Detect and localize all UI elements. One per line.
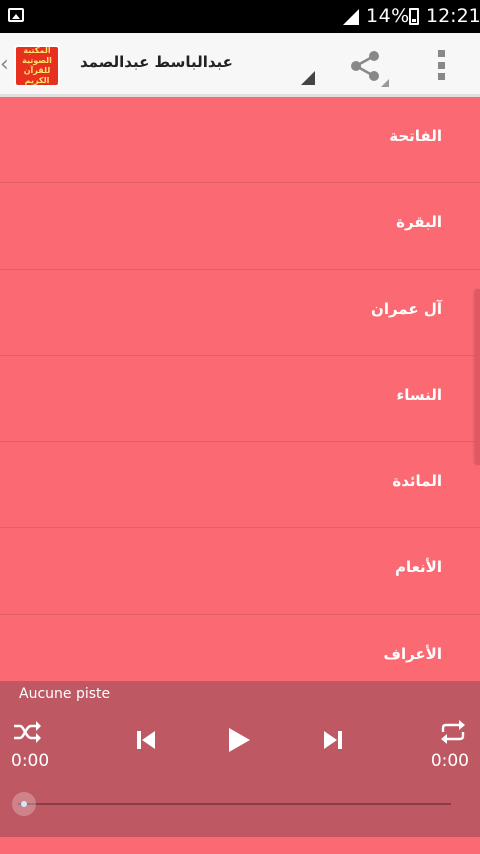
surah-name: الأنعام	[394, 558, 442, 577]
title-dropdown-indicator-icon[interactable]	[301, 71, 315, 85]
shuffle-icon[interactable]	[12, 719, 42, 745]
logo-line: المكتبة الصوتية	[22, 46, 52, 65]
clock: 12:21	[426, 5, 480, 27]
play-button[interactable]	[224, 724, 254, 756]
total-duration: 0:00	[430, 751, 469, 771]
list-item[interactable]: الفاتحة	[0, 97, 480, 184]
list-item[interactable]: الأنعام	[0, 528, 480, 615]
app-bar: ‹ المكتبة الصوتية للقرآن الكريم عبدالباس…	[0, 33, 480, 97]
signal-icon	[343, 9, 359, 25]
app-logo[interactable]: المكتبة الصوتية للقرآن الكريم	[14, 45, 60, 87]
surah-name: الفاتحة	[389, 127, 442, 145]
list-item[interactable]: الأعراف	[0, 615, 480, 681]
seek-handle[interactable]	[12, 792, 36, 816]
surah-name: البقرة	[396, 213, 442, 232]
seek-bar[interactable]	[18, 803, 451, 805]
app-title: عبدالباسط عبدالصمد	[80, 53, 233, 71]
share-icon[interactable]	[348, 49, 382, 83]
surah-name: المائدة	[392, 472, 442, 491]
audio-player: Aucune piste 0:00 0:00	[0, 681, 480, 837]
list-scrollbar[interactable]	[475, 289, 480, 465]
surah-name: آل عمران	[371, 299, 442, 318]
overflow-menu-icon[interactable]	[436, 50, 446, 80]
next-track-button[interactable]	[320, 727, 346, 753]
track-name: Aucune piste	[19, 686, 111, 702]
share-corner-indicator-icon	[381, 79, 389, 87]
list-item[interactable]: البقرة	[0, 183, 480, 270]
battery-icon	[409, 8, 419, 25]
status-bar: 14% 12:21	[0, 0, 480, 33]
surah-name: النساء	[396, 385, 442, 404]
list-item[interactable]: آل عمران	[0, 270, 480, 356]
elapsed-time: 0:00	[11, 751, 50, 771]
repeat-icon[interactable]	[438, 719, 468, 745]
surah-list: الفاتحة البقرة آل عمران النساء المائدة ا…	[0, 97, 480, 681]
logo-line: للقرآن	[23, 66, 51, 75]
battery-percent: 14%	[366, 5, 410, 27]
list-item[interactable]: المائدة	[0, 442, 480, 529]
surah-name: الأعراف	[383, 644, 442, 663]
image-notification-icon	[8, 8, 24, 22]
list-item[interactable]: النساء	[0, 356, 480, 443]
bottom-strip	[0, 837, 480, 854]
previous-track-button[interactable]	[133, 727, 159, 753]
logo-line: الكريم	[24, 76, 50, 85]
